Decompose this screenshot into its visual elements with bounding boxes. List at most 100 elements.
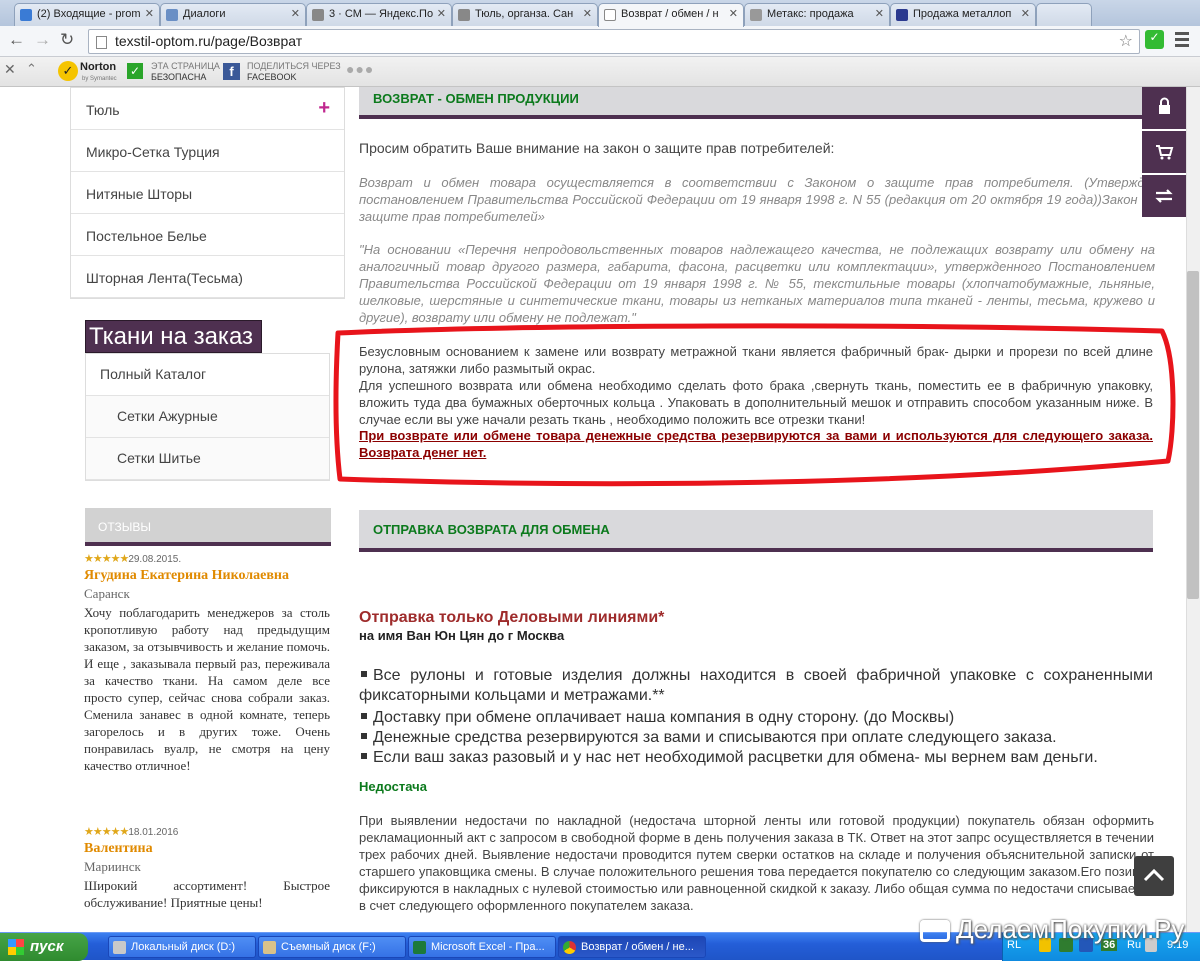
- shortage-text: При выявлении недостачи по накладной (не…: [359, 813, 1154, 913]
- compare-button[interactable]: [1142, 175, 1186, 217]
- category-item-micro-mesh[interactable]: Микро-Сетка Турция: [71, 130, 344, 172]
- task-chrome[interactable]: Возврат / обмен / не...: [558, 936, 706, 958]
- browser-tab-strip: (2) Входящие - prom ✕ Диалоги ✕ 3 · СМ — Я…: [0, 0, 1200, 27]
- page-content: Тюль + Микро-Сетка Турция Нитяные Шторы П…: [0, 87, 1186, 932]
- envelope-icon: [312, 9, 324, 21]
- tab-tulle[interactable]: Тюль, органза. Сан ✕: [452, 3, 598, 26]
- address-toolbar: ← → ↻ texstil-optom.ru/page/Возврат ☆: [0, 26, 1200, 57]
- forward-icon[interactable]: →: [34, 30, 51, 50]
- norton-brand: Norton: [80, 61, 117, 73]
- close-toolbar-icon[interactable]: ✕: [4, 62, 16, 76]
- review-date: 18.01.2016: [128, 827, 179, 838]
- logo-icon: [896, 9, 908, 21]
- review-text: Широкий ассортимент! Быстрое обслуживани…: [84, 878, 330, 910]
- dialog-icon: [166, 9, 178, 21]
- close-tab-icon[interactable]: ✕: [291, 7, 300, 20]
- more-dots-icon[interactable]: ●●●: [346, 62, 374, 76]
- excel-icon: [413, 941, 426, 954]
- tab-dialogs[interactable]: Диалоги ✕: [160, 3, 306, 26]
- browser-menu-icon[interactable]: [1175, 32, 1189, 48]
- close-tab-icon[interactable]: ✕: [145, 7, 154, 20]
- tab-inbox[interactable]: (2) Входящие - prom ✕: [14, 3, 160, 26]
- drive-icon: [263, 941, 276, 954]
- new-tab-button[interactable]: [1036, 3, 1092, 26]
- bookmark-star-icon[interactable]: ☆: [1119, 31, 1133, 51]
- cart-icon: [1156, 145, 1174, 160]
- norton-check-icon: ✓: [58, 61, 78, 81]
- cart-button[interactable]: [1142, 131, 1186, 173]
- facebook-icon[interactable]: f: [223, 63, 240, 80]
- reviewer-city: Саранск: [84, 586, 130, 601]
- chevron-up-icon: [1143, 868, 1165, 882]
- page-icon: [96, 36, 107, 49]
- scroll-to-top-button[interactable]: [1134, 856, 1174, 896]
- intro-text: Просим обратить Ваше внимание на закон о…: [359, 140, 835, 156]
- lock-icon: [1159, 97, 1170, 114]
- drive-icon: [113, 941, 126, 954]
- review-text: Хочу поблагодарить менеджеров за столь к…: [84, 605, 330, 773]
- category-item-curtain-tape[interactable]: Шторная Лента(Тесьма): [71, 256, 344, 298]
- fb-line2: FACEBOOK: [247, 72, 297, 82]
- tab-return-exchange[interactable]: Возврат / обмен / н ✕: [598, 3, 744, 27]
- shipping-point: Денежные средства резервируются за вами …: [359, 728, 1153, 748]
- reviewer-name: Ягудина Екатерина Николаевна: [84, 568, 289, 583]
- tab-metal[interactable]: Продажа металлоп ✕: [890, 3, 1036, 26]
- page-icon: [750, 9, 762, 21]
- no-refund-warning: При возврате или обмене товара денежные …: [359, 428, 1153, 460]
- tab-metax[interactable]: Метакс: продажа ✕: [744, 3, 890, 26]
- page-icon: [604, 9, 616, 21]
- close-tab-icon[interactable]: ✕: [583, 7, 592, 20]
- category-item-thread-curtains[interactable]: Нитяные Шторы: [71, 172, 344, 214]
- extension-icon[interactable]: ✓: [1145, 30, 1164, 49]
- close-tab-icon[interactable]: ✕: [437, 7, 446, 20]
- safe-line1: ЭТА СТРАНИЦА: [151, 61, 220, 71]
- compare-arrows-icon: [1155, 189, 1173, 203]
- back-icon[interactable]: ←: [8, 30, 25, 50]
- mail-icon: [20, 9, 32, 21]
- page-icon: [458, 9, 470, 21]
- shortage-heading: Недостача: [359, 779, 427, 794]
- login-button[interactable]: [1142, 87, 1186, 129]
- safe-line2: БЕЗОПАСНА: [151, 72, 207, 82]
- scrollbar-thumb[interactable]: [1187, 271, 1199, 599]
- menu-item-full-catalog[interactable]: Полный Каталог: [86, 354, 329, 396]
- review-card: ★★★★★29.08.2015. Ягудина Екатерина Никол…: [84, 550, 330, 774]
- rating-stars-icon: ★★★★★: [84, 553, 129, 565]
- chevron-up-icon[interactable]: ⌃: [26, 62, 37, 75]
- task-excel[interactable]: Microsoft Excel - Пра...: [408, 936, 556, 958]
- menu-item-lace-meshes[interactable]: Сетки Ажурные: [86, 396, 329, 438]
- side-action-buttons: [1142, 87, 1186, 219]
- task-local-disk[interactable]: Локальный диск (D:): [108, 936, 256, 958]
- chrome-icon: [563, 941, 576, 954]
- reviews-heading: ОТЗЫВЫ: [85, 508, 331, 546]
- close-tab-icon[interactable]: ✕: [729, 7, 738, 20]
- close-tab-icon[interactable]: ✕: [875, 7, 884, 20]
- shipping-return-heading: ОТПРАВКА ВОЗВРАТА ДЛЯ ОБМЕНА: [359, 510, 1153, 552]
- norton-toolbar: ✕ ⌃ ✓ Norton by Symantec ✓ ЭТА СТРАНИЦА …: [0, 57, 1200, 87]
- start-button[interactable]: пуск: [0, 933, 88, 961]
- task-removable-disk[interactable]: Съемный диск (F:): [258, 936, 406, 958]
- safe-check-icon: ✓: [127, 63, 143, 79]
- plus-icon[interactable]: +: [318, 97, 330, 120]
- bullet-icon: [361, 733, 367, 740]
- close-tab-icon[interactable]: ✕: [1021, 7, 1030, 20]
- return-exchange-heading: ВОЗВРАТ - ОБМЕН ПРОДУКЦИИ: [359, 87, 1153, 119]
- law-text-1: Возврат и обмен товара осуществляется в …: [359, 175, 1159, 224]
- bullet-icon: [361, 753, 367, 760]
- fb-line1: ПОДЕЛИТЬСЯ ЧЕРЕЗ: [247, 61, 341, 71]
- category-item-bedding[interactable]: Постельное Белье: [71, 214, 344, 256]
- menu-item-embroidered-meshes[interactable]: Сетки Шитье: [86, 438, 329, 480]
- review-date: 29.08.2015.: [128, 554, 182, 565]
- reviewer-name: Валентина: [84, 841, 153, 856]
- rating-stars-icon: ★★★★★: [84, 826, 129, 838]
- category-item-tulle[interactable]: Тюль +: [71, 88, 344, 130]
- url-bar[interactable]: texstil-optom.ru/page/Возврат ☆: [88, 29, 1140, 54]
- category-menu: Тюль + Микро-Сетка Турция Нитяные Шторы П…: [70, 87, 345, 299]
- reload-icon[interactable]: ↻: [60, 30, 74, 50]
- custom-fabrics-menu: Полный Каталог Сетки Ажурные Сетки Шитье: [85, 353, 330, 481]
- cart-icon: [920, 920, 950, 943]
- tab-yandex-mail[interactable]: 3 · СМ — Яндекс.По ✕: [306, 3, 452, 26]
- return-instructions-text: Для успешного возврата или обмена необхо…: [359, 378, 1153, 427]
- watermark: ДелаемПокупки.Ру: [920, 914, 1185, 945]
- shipping-point: Если ваш заказ разовый и у нас нет необх…: [359, 748, 1153, 768]
